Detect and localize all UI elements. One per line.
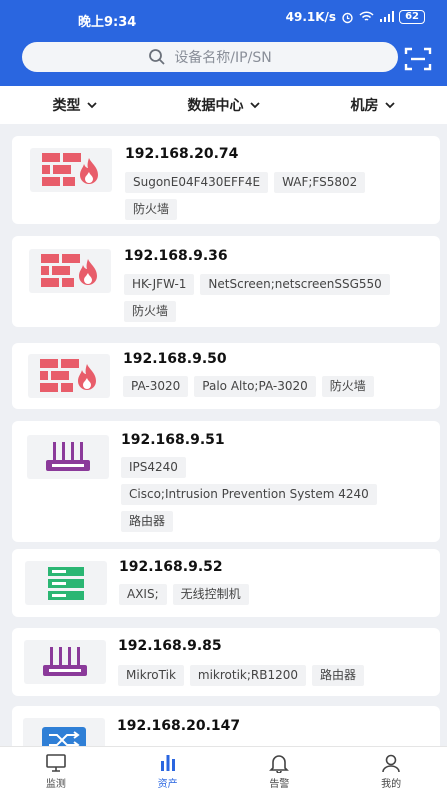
filter-datacenter[interactable]: 数据中心 — [149, 86, 298, 124]
device-tags: HK-JFW-1 NetScreen;netscreenSSG550 防火墙 — [124, 274, 414, 322]
device-card[interactable]: 192.168.9.51 IPS4240 Cisco;Intrusion Pre… — [12, 421, 440, 542]
filter-room-label: 机房 — [350, 98, 379, 114]
device-tag: 无线控制机 — [172, 584, 249, 605]
device-tag: Palo Alto;PA-3020 — [194, 376, 316, 397]
device-tag: AXIS; — [119, 584, 167, 605]
tab-alerts[interactable]: 告警 — [224, 747, 336, 795]
signal-icon — [380, 11, 395, 22]
search-placeholder: 设备名称/IP/SN — [174, 50, 272, 66]
tab-mine-label: 我的 — [381, 778, 402, 790]
app-header: 晚上9:34 49.1K/s 62 设备名称/IP/SN — [0, 0, 447, 86]
device-tag: mikrotik;RB1200 — [189, 665, 307, 686]
battery-indicator: 62 — [399, 10, 425, 24]
device-card[interactable]: 192.168.20.147 — [12, 706, 440, 746]
device-card[interactable]: 192.168.20.74 SugonE04F430EFF4E WAF;FS58… — [12, 136, 440, 224]
device-tags: MikroTik mikrotik;RB1200 路由器 — [118, 665, 408, 686]
device-tag: HK-JFW-1 — [124, 274, 195, 295]
device-tag: 防火墙 — [125, 199, 178, 220]
tab-assets-label: 资产 — [157, 778, 178, 790]
chevron-down-icon — [384, 101, 395, 108]
tab-assets[interactable]: 资产 — [112, 747, 224, 795]
controller-icon — [25, 561, 107, 605]
chevron-down-icon — [86, 101, 97, 108]
device-tag: 路由器 — [312, 665, 365, 686]
firewall-icon — [30, 148, 112, 192]
filter-room[interactable]: 机房 — [298, 86, 447, 124]
device-ip: 192.168.9.52 — [119, 559, 223, 575]
bottom-tab-bar: 监测 资产 告警 我的 — [0, 746, 447, 795]
device-tag: MikroTik — [118, 665, 184, 686]
device-ip: 192.168.20.147 — [117, 718, 241, 734]
device-ip: 192.168.20.74 — [125, 146, 239, 162]
device-ip: 192.168.9.51 — [121, 432, 225, 448]
filter-datacenter-label: 数据中心 — [187, 98, 244, 114]
device-tags: IPS4240 Cisco;Intrusion Prevention Syste… — [121, 457, 411, 532]
device-tags: PA-3020 Palo Alto;PA-3020 防火墙 — [123, 376, 413, 397]
filter-bar: 类型 数据中心 机房 — [0, 86, 447, 124]
tab-monitor-label: 监测 — [45, 778, 66, 790]
router-icon — [27, 435, 109, 479]
device-tag: IPS4240 — [121, 457, 186, 478]
wifi-icon — [359, 11, 374, 21]
device-card[interactable]: 192.168.9.36 HK-JFW-1 NetScreen;netscree… — [12, 236, 440, 327]
switch-icon — [23, 718, 105, 746]
tab-mine[interactable]: 我的 — [335, 747, 447, 795]
bell-icon — [269, 754, 290, 773]
firewall-icon — [28, 354, 110, 398]
network-speed: 49.1K/s — [285, 10, 337, 24]
device-tag: SugonE04F430EFF4E — [125, 172, 269, 193]
device-card[interactable]: 192.168.9.85 MikroTik mikrotik;RB1200 路由… — [12, 628, 440, 696]
device-tag: 防火墙 — [321, 376, 374, 397]
device-ip: 192.168.9.85 — [118, 638, 222, 654]
status-bar: 晚上9:34 49.1K/s 62 — [0, 0, 447, 34]
filter-type[interactable]: 类型 — [0, 86, 149, 124]
monitor-icon — [46, 753, 66, 772]
device-list: 192.168.20.74 SugonE04F430EFF4E WAF;FS58… — [0, 124, 447, 746]
status-time: 晚上9:34 — [78, 15, 137, 30]
device-tag: PA-3020 — [123, 376, 189, 397]
device-ip: 192.168.9.36 — [124, 248, 228, 264]
filter-type-label: 类型 — [52, 98, 81, 114]
search-input[interactable]: 设备名称/IP/SN — [22, 42, 398, 72]
device-tag: NetScreen;netscreenSSG550 — [200, 274, 390, 295]
tab-monitor[interactable]: 监测 — [0, 747, 112, 795]
device-tag: Cisco;Intrusion Prevention System 4240 — [121, 484, 377, 505]
search-icon — [149, 49, 165, 65]
alarm-icon — [342, 12, 353, 23]
device-card[interactable]: 192.168.9.50 PA-3020 Palo Alto;PA-3020 防… — [12, 343, 440, 409]
device-tags: AXIS; 无线控制机 — [119, 584, 409, 605]
tab-alerts-label: 告警 — [269, 778, 290, 790]
status-indicators: 49.1K/s 62 — [286, 10, 425, 24]
scan-icon[interactable] — [404, 46, 432, 72]
device-ip: 192.168.9.50 — [123, 351, 227, 367]
device-card[interactable]: 192.168.9.52 AXIS; 无线控制机 — [12, 549, 440, 617]
device-tag: 防火墙 — [124, 301, 177, 322]
user-icon — [382, 754, 400, 772]
asset-chart-icon — [160, 754, 175, 771]
router-icon — [24, 640, 106, 684]
device-tag: WAF;FS5802 — [274, 172, 366, 193]
device-tag: 路由器 — [121, 511, 174, 532]
firewall-icon — [29, 249, 111, 293]
chevron-down-icon — [249, 101, 260, 108]
device-tags: SugonE04F430EFF4E WAF;FS5802 防火墙 — [125, 172, 415, 220]
